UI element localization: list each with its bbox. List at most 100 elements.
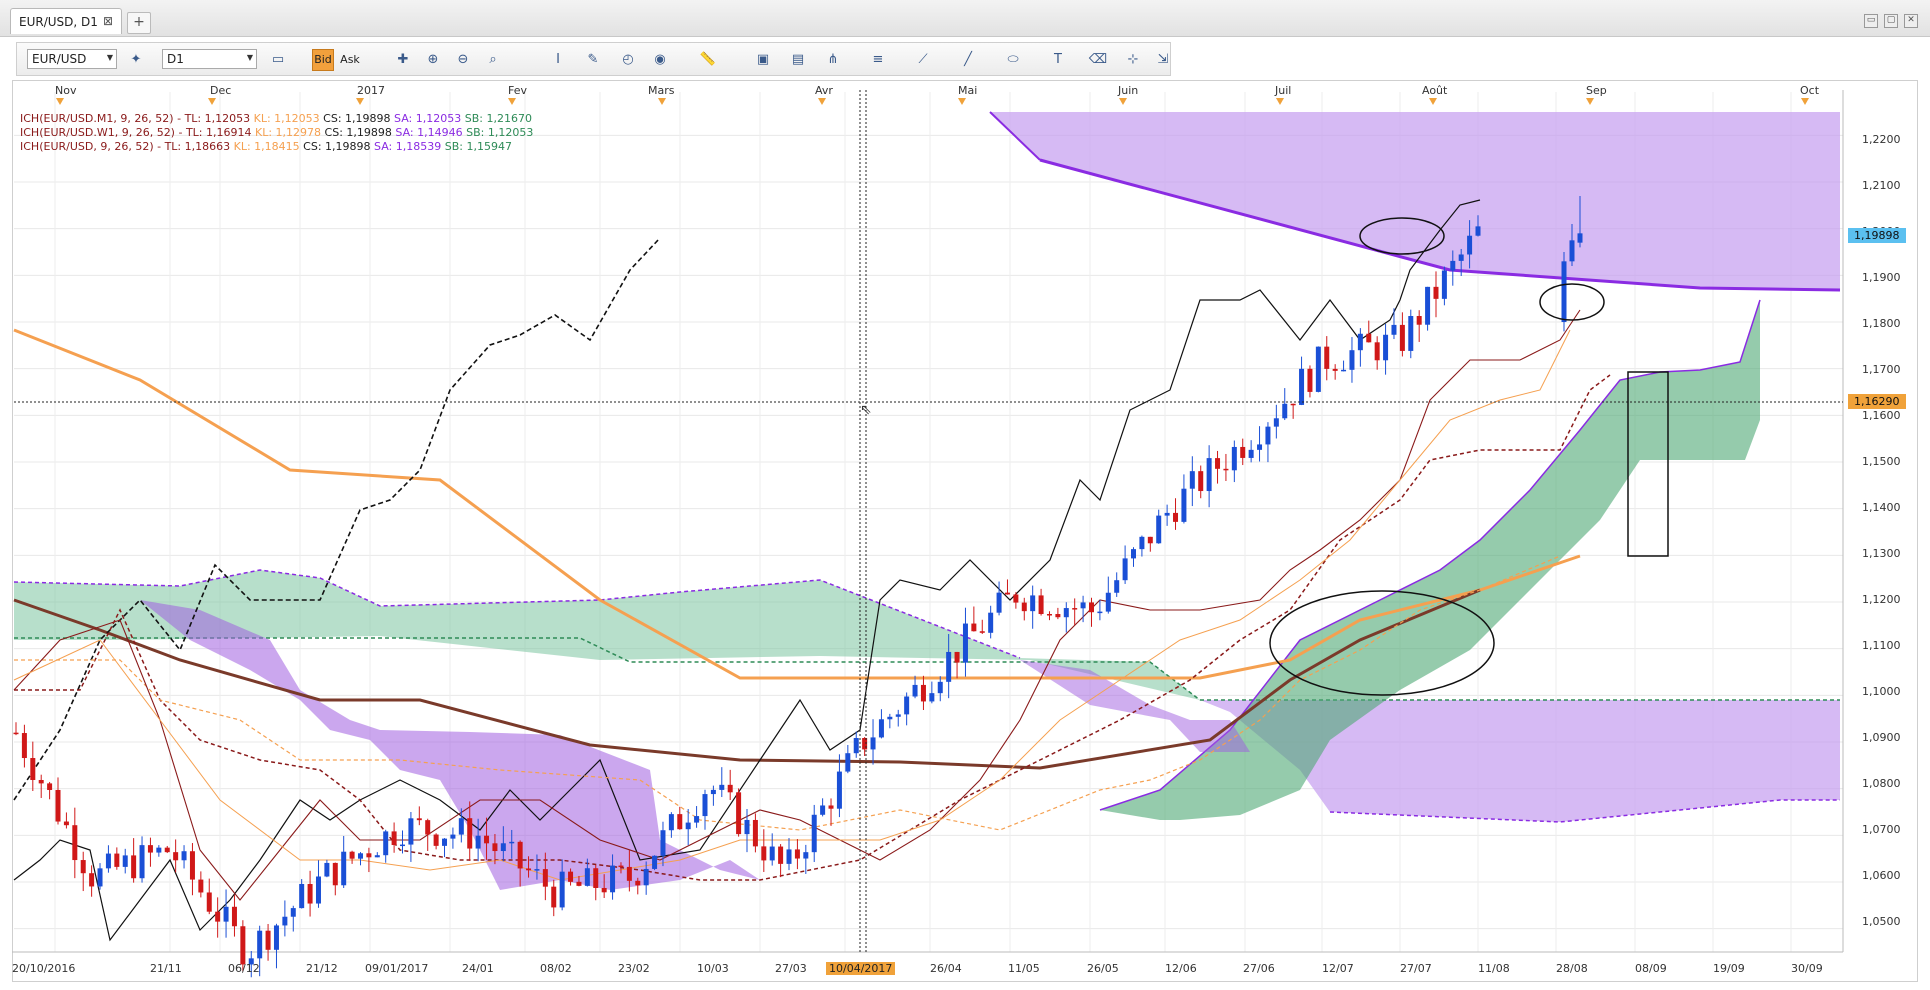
candle-body (509, 841, 515, 844)
candle-body (1399, 324, 1405, 351)
candle-body (240, 926, 246, 965)
legend-sa: SA: 1,14946 (395, 126, 463, 139)
date-label: 30/09 (1791, 962, 1823, 975)
date-label: 24/01 (462, 962, 494, 975)
candle-body (475, 835, 481, 849)
candle-body (30, 758, 36, 780)
candle-body (223, 906, 229, 922)
candle-body (1374, 342, 1380, 361)
month-label: 2017 (357, 84, 385, 97)
candle-body (635, 880, 641, 886)
candle-body (1425, 286, 1431, 325)
candle-body (1063, 608, 1069, 618)
candle-body (1391, 324, 1397, 335)
candle-body (1248, 449, 1254, 458)
candle-body (1231, 446, 1237, 471)
candle-body (736, 792, 742, 835)
candle-body (694, 816, 700, 823)
candle-body (215, 911, 221, 922)
candle-body (1366, 333, 1372, 343)
candle-body (156, 847, 162, 853)
candle-body (1357, 333, 1363, 351)
candle-body (1080, 602, 1086, 609)
period-marker (818, 98, 826, 105)
y-tick-label: 1,0500 (1862, 915, 1901, 928)
legend-sb: SB: 1,21670 (464, 112, 532, 125)
candle-body (1441, 270, 1447, 299)
candle-body (1561, 261, 1567, 322)
legend-kl: KL: 1,18415 (233, 140, 300, 153)
candle-body (576, 881, 582, 886)
date-label: 26/04 (930, 962, 962, 975)
mouse-cursor-icon: ⇖ (860, 402, 872, 418)
date-label: 21/11 (150, 962, 182, 975)
legend-row-w1: ICH(EUR/USD.W1, 9, 26, 52) - TL: 1,16914… (20, 126, 533, 140)
candle-body (660, 830, 666, 856)
y-tick-label: 1,0900 (1862, 731, 1901, 744)
date-label: 27/03 (775, 962, 807, 975)
candle-body (47, 783, 53, 790)
y-tick-label: 1,1600 (1862, 409, 1901, 422)
date-label: 08/02 (540, 962, 572, 975)
candle-body (1299, 368, 1305, 405)
date-label: 06/12 (228, 962, 260, 975)
legend-row-m1: ICH(EUR/USD.M1, 9, 26, 52) - TL: 1,12053… (20, 112, 533, 126)
candle-body (1114, 580, 1120, 593)
period-marker (658, 98, 666, 105)
month-label: Mars (648, 84, 675, 97)
candle-body (593, 868, 599, 888)
date-label: 10/03 (697, 962, 729, 975)
candle-body (1122, 558, 1128, 581)
date-label: 19/09 (1713, 962, 1745, 975)
date-label: 11/05 (1008, 962, 1040, 975)
candle-body (1088, 602, 1094, 613)
candle-body (668, 814, 674, 831)
candle-body (324, 862, 330, 877)
y-tick-label: 1,1300 (1862, 547, 1901, 560)
candle-body (1173, 512, 1179, 522)
y-tick-label: 1,0600 (1862, 869, 1901, 882)
candle-body (920, 684, 926, 702)
candle-body (895, 714, 901, 717)
date-label: 20/10/2016 (12, 962, 76, 975)
candle-body (341, 851, 347, 886)
candle-body (1467, 235, 1473, 255)
candle-body (231, 906, 237, 927)
candle-body (21, 733, 27, 759)
candle-body (450, 834, 456, 839)
candle-body (946, 651, 952, 682)
candle-body (72, 825, 78, 861)
indicator-legend: ICH(EUR/USD.M1, 9, 26, 52) - TL: 1,12053… (20, 112, 533, 154)
candle-body (13, 732, 19, 735)
legend-name: ICH(EUR/USD.M1, 9, 26, 52) - (20, 112, 185, 125)
candle-body (467, 818, 473, 849)
candle-body (626, 866, 632, 881)
month-label: Juil (1275, 84, 1292, 97)
candle-body (1341, 369, 1347, 372)
period-marker (1276, 98, 1284, 105)
period-marker (56, 98, 64, 105)
candle-body (1030, 595, 1036, 612)
candle-body (97, 868, 103, 887)
date-label: 12/06 (1165, 962, 1197, 975)
candle-body (811, 814, 817, 853)
candle-body (147, 845, 153, 853)
month-label: Oct (1800, 84, 1820, 97)
candle-body (559, 871, 565, 908)
month-label: Avr (815, 84, 833, 97)
candle-body (752, 819, 758, 847)
candle-body (38, 779, 44, 784)
y-tick-label: 1,2200 (1862, 133, 1901, 146)
legend-kl: KL: 1,12978 (255, 126, 322, 139)
candle-body (1105, 592, 1111, 612)
date-label: 28/08 (1556, 962, 1588, 975)
candle-body (500, 843, 506, 852)
candle-body (1315, 346, 1321, 392)
y-tick-label: 1,1800 (1862, 317, 1901, 330)
candle-body (131, 855, 137, 879)
candle-body (1206, 458, 1212, 492)
candle-body (1181, 488, 1187, 522)
candle-body (1139, 536, 1145, 550)
candle-body (962, 623, 968, 663)
legend-kl: KL: 1,12053 (253, 112, 320, 125)
